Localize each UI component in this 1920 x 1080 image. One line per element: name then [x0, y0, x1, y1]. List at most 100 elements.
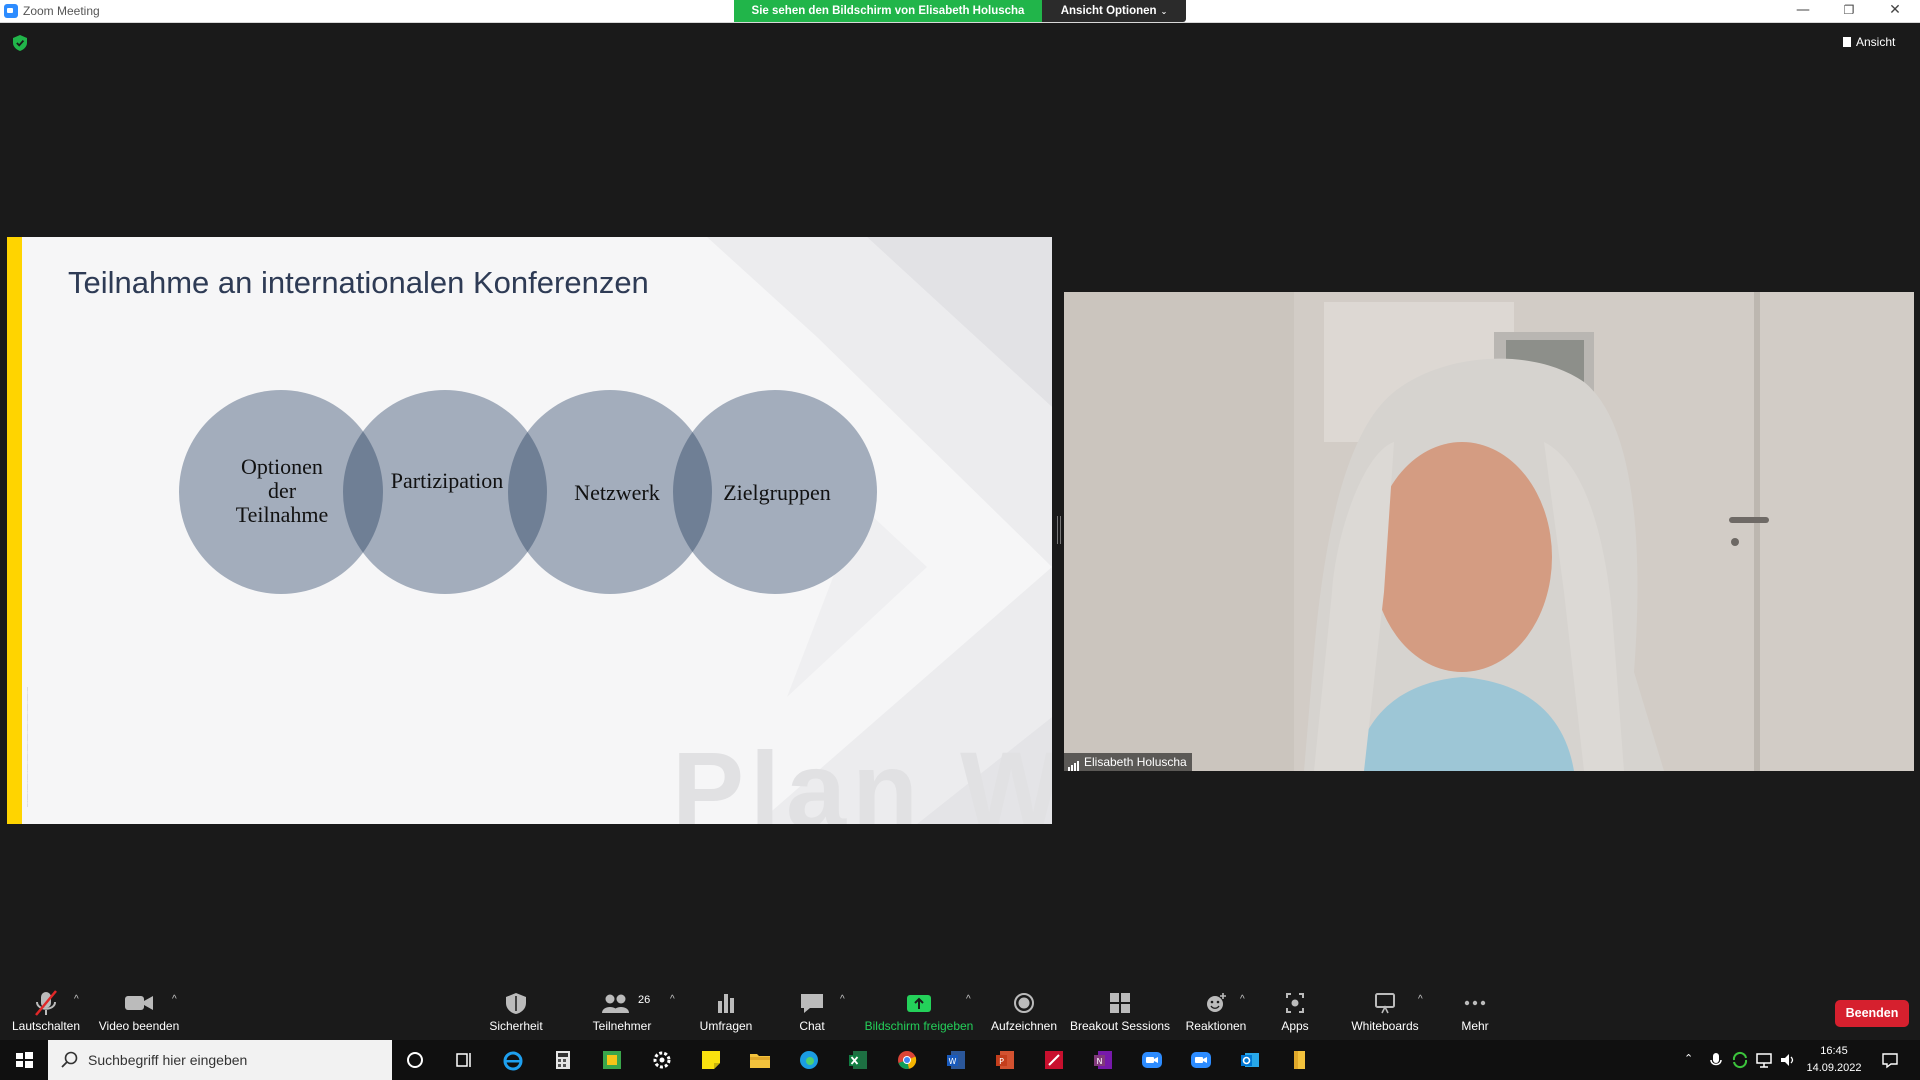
- more-button[interactable]: Mehr: [1446, 980, 1504, 1040]
- word-icon[interactable]: W: [944, 1048, 968, 1072]
- record-button[interactable]: Aufzeichnen: [988, 980, 1060, 1040]
- breakout-rooms-icon: [1110, 993, 1130, 1013]
- record-icon: [1014, 993, 1034, 1013]
- windows-taskbar: Suchbegriff hier eingeben W P N ⌃ 16:45 …: [0, 1040, 1920, 1080]
- chevron-down-icon: ⌄: [1160, 7, 1168, 16]
- participant-video-frame: [1064, 292, 1914, 771]
- view-button-label: Ansicht: [1856, 35, 1896, 49]
- notifications-icon[interactable]: [1880, 1050, 1900, 1070]
- photos-icon[interactable]: [600, 1048, 624, 1072]
- window-title: Zoom Meeting: [23, 4, 100, 18]
- stop-video-button[interactable]: Video beenden: [96, 980, 182, 1040]
- screen-share-banner: Sie sehen den Bildschirm von Elisabeth H…: [734, 0, 1042, 22]
- zoom-meeting-icon[interactable]: [1189, 1048, 1213, 1072]
- zoom-meeting-window: { "window": { "title": "Zoom Meeting", "…: [0, 0, 1920, 1080]
- chat-options-caret[interactable]: ^: [840, 994, 845, 1005]
- restore-button[interactable]: ❐: [1826, 0, 1872, 22]
- share-screen-icon: [907, 995, 931, 1012]
- circle-label-options-line: der: [267, 478, 297, 503]
- file-icon[interactable]: [1287, 1048, 1311, 1072]
- video-camera-icon: [125, 996, 153, 1010]
- reactions-label: Reaktionen: [1185, 1019, 1247, 1033]
- encryption-shield-icon[interactable]: [13, 35, 27, 51]
- zoom-icon[interactable]: [1140, 1048, 1164, 1072]
- security-button[interactable]: Sicherheit: [480, 980, 552, 1040]
- video-options-caret[interactable]: ^: [172, 994, 177, 1005]
- circle-label-target-groups: Zielgruppen: [723, 480, 831, 505]
- view-button[interactable]: Ansicht: [1843, 32, 1895, 52]
- sticky-notes-icon[interactable]: [699, 1048, 723, 1072]
- file-explorer-icon[interactable]: [748, 1048, 772, 1072]
- circle-label-participation: Partizipation: [390, 468, 504, 493]
- apps-icon: [1286, 993, 1304, 1013]
- chat-label: Chat: [799, 1019, 825, 1033]
- more-ellipsis-icon: [1464, 1000, 1486, 1006]
- outlook-icon[interactable]: [1238, 1048, 1262, 1072]
- powerpoint-icon[interactable]: P: [993, 1048, 1017, 1072]
- participant-name: Elisabeth Holuscha: [1084, 755, 1187, 769]
- search-placeholder: Suchbegriff hier eingeben: [88, 1052, 248, 1068]
- unmute-button[interactable]: Lautschalten: [8, 980, 84, 1040]
- security-shield-icon: [506, 993, 526, 1014]
- circle-label-network: Netzwerk: [574, 480, 660, 505]
- cortana-icon[interactable]: [403, 1048, 427, 1072]
- task-view-icon[interactable]: [452, 1048, 476, 1072]
- reactions-button[interactable]: Reaktionen: [1178, 980, 1254, 1040]
- taskbar-clock[interactable]: 16:45 14.09.2022: [1806, 1043, 1862, 1077]
- participant-name-tag: Elisabeth Holuscha: [1064, 753, 1192, 771]
- zoom-app-icon: [4, 4, 18, 18]
- polls-button[interactable]: Umfragen: [690, 980, 762, 1040]
- share-options-caret[interactable]: ^: [966, 994, 971, 1005]
- share-screen-button[interactable]: Bildschirm freigeben: [862, 980, 976, 1040]
- chrome-icon[interactable]: [895, 1048, 919, 1072]
- split-view-drag-handle[interactable]: [1057, 516, 1061, 544]
- pdf-editor-icon[interactable]: [1042, 1048, 1066, 1072]
- internet-explorer-icon[interactable]: [501, 1048, 525, 1072]
- participants-options-caret[interactable]: ^: [670, 994, 675, 1005]
- microphone-muted-icon: [35, 990, 57, 1016]
- breakout-sessions-button[interactable]: Breakout Sessions: [1070, 980, 1170, 1040]
- participants-button[interactable]: Teilnehmer: [584, 980, 660, 1040]
- chat-button[interactable]: Chat: [786, 980, 838, 1040]
- participant-video-tile[interactable]: Elisabeth Holuscha: [1064, 292, 1914, 771]
- settings-icon[interactable]: [650, 1048, 674, 1072]
- meeting-toolbar: Lautschalten ^ Video beenden ^ Sicherhei…: [0, 980, 1920, 1040]
- audio-options-caret[interactable]: ^: [74, 994, 79, 1005]
- unmute-label: Lautschalten: [11, 1019, 81, 1033]
- microphone-tray-icon[interactable]: [1706, 1050, 1726, 1070]
- show-hidden-icons-chevron[interactable]: ⌃: [1684, 1052, 1693, 1080]
- apps-button[interactable]: Apps: [1262, 980, 1328, 1040]
- breakout-sessions-label: Breakout Sessions: [1070, 1019, 1171, 1033]
- minimize-button[interactable]: —: [1780, 0, 1826, 22]
- edge-icon[interactable]: [797, 1048, 821, 1072]
- chat-bubble-icon: [801, 994, 823, 1013]
- security-label: Sicherheit: [489, 1019, 543, 1033]
- taskbar-search-box[interactable]: Suchbegriff hier eingeben: [48, 1040, 392, 1080]
- calculator-icon[interactable]: [551, 1048, 575, 1072]
- record-label: Aufzeichnen: [990, 1019, 1058, 1033]
- svg-text:N: N: [1097, 1057, 1103, 1066]
- circle-label-options-line: Optionen: [241, 454, 323, 479]
- network-tray-icon[interactable]: [1754, 1050, 1774, 1070]
- circle-label-options: Optionen der Teilnahme: [207, 455, 357, 527]
- onenote-icon[interactable]: N: [1091, 1048, 1115, 1072]
- participants-count: 26: [638, 994, 651, 1006]
- grid-view-icon: [1843, 37, 1851, 47]
- volume-tray-icon[interactable]: [1778, 1050, 1798, 1070]
- slide-watermark: Plan W: [672, 729, 1052, 824]
- whiteboards-options-caret[interactable]: ^: [1418, 994, 1423, 1005]
- excel-icon[interactable]: [846, 1048, 870, 1072]
- windows-start-icon[interactable]: [0, 1040, 48, 1080]
- slide-source-note: ........................................…: [24, 686, 29, 807]
- search-icon: [61, 1051, 78, 1068]
- sync-tray-icon[interactable]: [1730, 1050, 1750, 1070]
- svg-text:W: W: [949, 1057, 957, 1066]
- close-button[interactable]: ✕: [1872, 0, 1918, 22]
- clock-time: 16:45: [1820, 1045, 1848, 1057]
- view-options-button[interactable]: Ansicht Optionen ⌄: [1042, 0, 1186, 22]
- whiteboards-button[interactable]: Whiteboards: [1346, 980, 1424, 1040]
- polls-label: Umfragen: [699, 1019, 753, 1033]
- apps-label: Apps: [1281, 1019, 1309, 1033]
- end-meeting-button[interactable]: Beenden: [1835, 1000, 1909, 1027]
- reactions-options-caret[interactable]: ^: [1240, 994, 1245, 1005]
